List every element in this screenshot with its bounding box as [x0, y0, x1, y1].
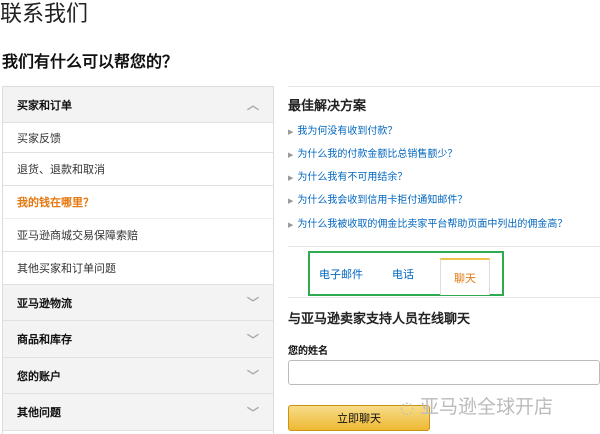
link-text: 我为何没有收到付款？ [297, 126, 398, 137]
help-category-menu: 买家和订单 ︿ 买家反馈 退货、退款和取消 我的钱在哪里？ 亚马逊商城交易保障索赔… [2, 86, 274, 434]
bullet-icon: ▶ [288, 128, 294, 136]
bullet-icon: ▶ [288, 221, 294, 229]
page-subtitle: 我们有什么可以帮您的？ [2, 52, 179, 71]
name-label: 您的姓名 [288, 346, 328, 357]
divider [288, 297, 600, 298]
section-your-account[interactable]: 您的账户 ﹀ [3, 358, 273, 394]
tab-chat[interactable]: 聊天 [440, 258, 490, 295]
watermark-text: 亚马逊全球开店 [419, 396, 553, 418]
divider [288, 246, 600, 247]
section-fba[interactable]: 亚马逊物流 ﹀ [3, 285, 273, 321]
menu-item-where-is-my-money[interactable]: 我的钱在哪里？ [3, 186, 273, 219]
bullet-icon: ▶ [288, 151, 294, 159]
section-label: 其他问题 [17, 406, 61, 419]
chevron-down-icon: ﹀ [246, 296, 259, 310]
section-label: 商品和库存 [17, 333, 72, 346]
wechat-icon: ◌ [400, 398, 414, 417]
link-text: 为什么我被收取的佣金比卖家平台帮助页面中列出的佣金高？ [297, 219, 568, 230]
page-title: 联系我们 [0, 2, 89, 27]
menu-item-buyer-feedback[interactable]: 买家反馈 [3, 123, 273, 153]
section-other-issues[interactable]: 其他问题 ﹀ [3, 394, 273, 431]
solution-link[interactable]: ▶ 为什么我会收到信用卡拒付通知邮件？ [288, 191, 467, 206]
chevron-up-icon: ︿ [246, 98, 259, 112]
solution-link[interactable]: ▶ 为什么我被收取的佣金比卖家平台帮助页面中列出的佣金高？ [288, 215, 567, 230]
menu-item-returns[interactable]: 退货、退款和取消 [3, 153, 273, 186]
section-label: 亚马逊物流 [17, 296, 72, 310]
tab-email[interactable]: 电子邮件 [310, 253, 372, 294]
divider [288, 86, 600, 87]
name-input[interactable] [288, 360, 600, 385]
best-solutions-title: 最佳解决方案 [288, 99, 367, 114]
watermark: ◌ 亚马逊全球开店 [400, 392, 553, 419]
link-text: 为什么我的付款金额比总销售额少？ [297, 149, 458, 160]
solutions-panel: 最佳解决方案 ▶ 我为何没有收到付款？ ▶ 为什么我的付款金额比总销售额少？ ▶ 为什… [288, 86, 600, 434]
link-text: 为什么我会收到信用卡拒付通知邮件？ [297, 195, 468, 206]
chat-heading: 与亚马逊卖家支持人员在线聊天 [288, 312, 471, 327]
link-text: 为什么我有不可用结余？ [297, 172, 408, 183]
section-buyers-orders[interactable]: 买家和订单 ︿ [3, 87, 273, 123]
chevron-down-icon: ﹀ [246, 332, 259, 347]
solution-link[interactable]: ▶ 我为何没有收到付款？ [288, 122, 397, 137]
menu-item-other-buyer-order[interactable]: 其他买家和订单问题 [3, 252, 273, 285]
contact-method-tabs: 电子邮件 电话 聊天 [308, 251, 504, 296]
section-label: 您的账户 [17, 369, 61, 383]
section-label: 买家和订单 [17, 98, 72, 112]
bullet-icon: ▶ [288, 197, 294, 205]
section-products-inventory[interactable]: 商品和库存 ﹀ [3, 321, 273, 358]
solution-link[interactable]: ▶ 为什么我有不可用结余？ [288, 168, 407, 183]
chevron-down-icon: ﹀ [246, 369, 259, 383]
solution-link[interactable]: ▶ 为什么我的付款金额比总销售额少？ [288, 145, 457, 160]
bullet-icon: ▶ [288, 174, 294, 182]
tab-phone[interactable]: 电话 [372, 253, 434, 294]
chevron-down-icon: ﹀ [246, 405, 259, 420]
menu-item-a-to-z-claims[interactable]: 亚马逊商城交易保障索赔 [3, 219, 273, 252]
